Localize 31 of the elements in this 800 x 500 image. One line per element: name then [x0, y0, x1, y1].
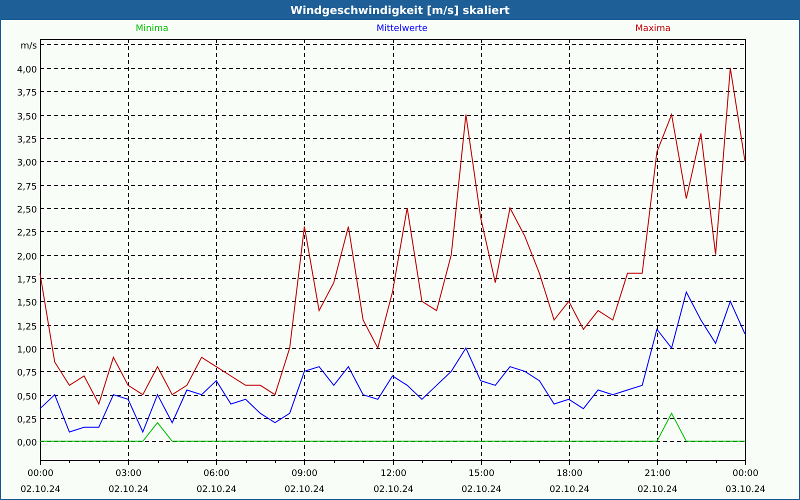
- axis-label: 1,00: [16, 346, 37, 356]
- axis-label: 2,25: [16, 228, 37, 238]
- legend-label: Mittelwerte: [376, 24, 428, 34]
- legend-label: Minima: [136, 24, 168, 34]
- legend-label: Maxima: [635, 24, 671, 34]
- axis-label: 15:00 02.10.24: [461, 469, 502, 495]
- window-title: Windgeschwindigkeit [m/s] skaliert: [1, 0, 799, 20]
- axis-label: 1,50: [16, 298, 37, 308]
- axis-label: 21:00 02.10.24: [637, 469, 678, 495]
- axis-label: 06:00 02.10.24: [196, 469, 237, 495]
- axis-label: 3,25: [16, 136, 37, 146]
- axis-label: 03:00 02.10.24: [108, 469, 149, 495]
- axis-label: 0,25: [16, 416, 37, 426]
- axis-label: 09:00 02.10.24: [284, 469, 325, 495]
- axis-label: 2,75: [16, 182, 37, 192]
- axis-label: 18:00 02.10.24: [549, 469, 590, 495]
- axis-label: 0,75: [16, 368, 37, 378]
- axis-label: 00:00 02.10.24: [20, 469, 61, 495]
- axis-label: 4,00: [16, 66, 37, 76]
- axis-label: 2,50: [16, 206, 37, 216]
- axis-label: 3,75: [16, 88, 37, 98]
- axis-label: 3,50: [16, 112, 37, 122]
- axis-label: 0,50: [16, 392, 37, 402]
- axis-label: 3,00: [16, 158, 37, 168]
- axis-label: 1,75: [16, 276, 37, 286]
- axis-label: 2,00: [16, 252, 37, 262]
- axis-label: 00:00 03.10.24: [725, 469, 766, 495]
- axis-title: m/s: [20, 42, 37, 52]
- axis-label: 12:00 02.10.24: [373, 469, 414, 495]
- axis-label: 1,25: [16, 322, 37, 332]
- axis-label: 0,00: [16, 438, 37, 448]
